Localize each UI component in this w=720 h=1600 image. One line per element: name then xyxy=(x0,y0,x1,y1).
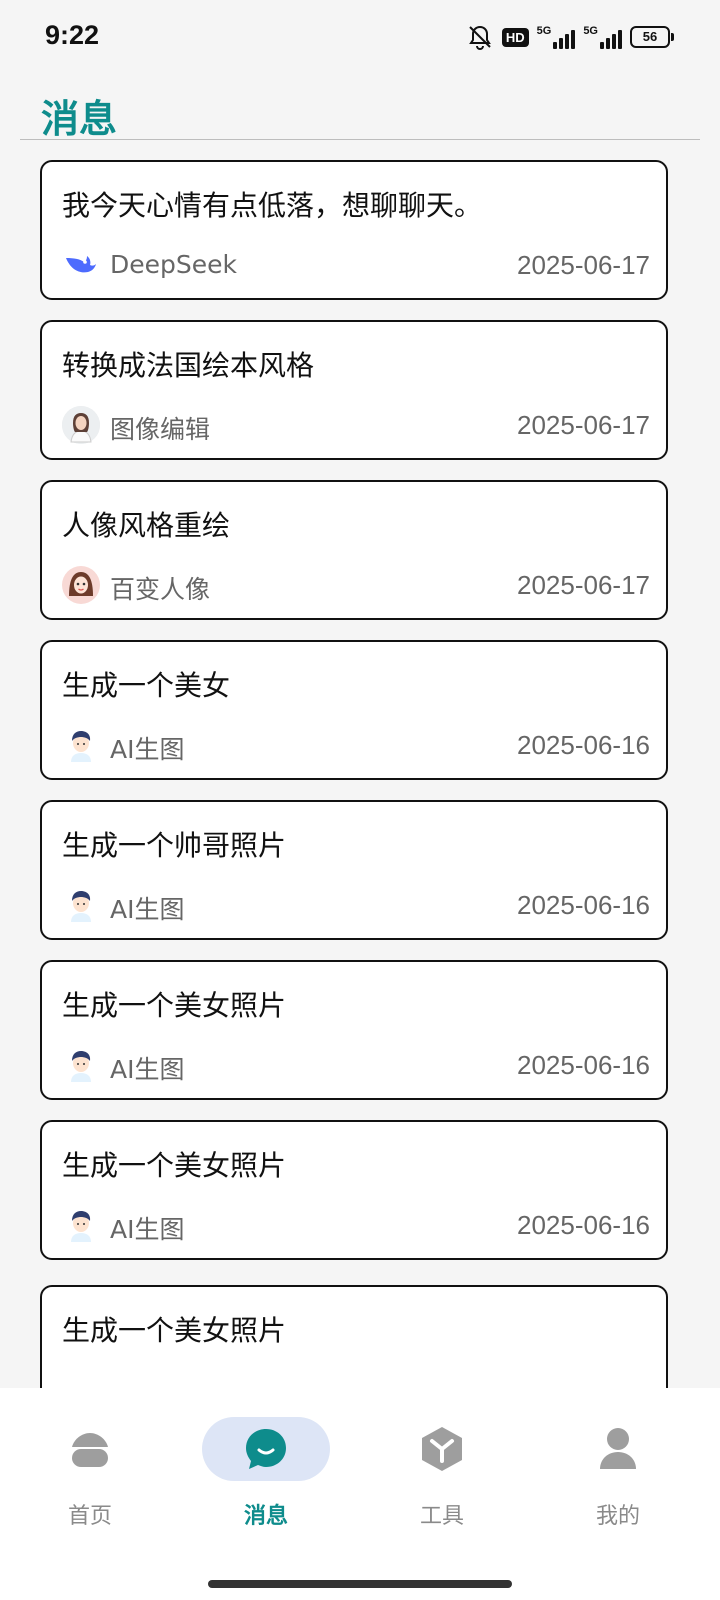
toolbox-icon xyxy=(422,1427,462,1471)
tab-tools[interactable]: 工具 xyxy=(352,1402,532,1542)
message-card[interactable]: 生成一个美女 AI生图 2025-06-16 xyxy=(40,640,668,780)
title-divider xyxy=(20,139,700,140)
signal-icon: 5G xyxy=(537,25,576,49)
man-avatar-icon xyxy=(62,1206,100,1244)
message-date: 2025-06-17 xyxy=(517,570,650,600)
message-title: 生成一个美女 xyxy=(62,669,231,702)
status-time: 9:22 xyxy=(45,20,100,50)
message-title: 生成一个帅哥照片 xyxy=(62,829,287,862)
message-card[interactable]: 转换成法国绘本风格 图像编辑 2025-06-17 xyxy=(40,320,668,460)
message-date: 2025-06-17 xyxy=(517,410,650,440)
message-date: 2025-06-16 xyxy=(517,730,650,760)
message-title: 我今天心情有点低落，想聊聊天。 xyxy=(62,189,483,222)
status-icons: HD 5G 5G 56 xyxy=(466,22,674,52)
home-indicator[interactable] xyxy=(208,1580,512,1588)
tab-label: 工具 xyxy=(419,1504,464,1529)
bottom-navigation: 首页 消息 工具 我的 xyxy=(0,1388,720,1600)
tab-profile[interactable]: 我的 xyxy=(528,1402,708,1542)
message-date: 2025-06-16 xyxy=(517,1210,650,1240)
battery-level: 56 xyxy=(630,26,670,48)
message-card[interactable]: 生成一个美女照片 AI生图 2025-06-16 xyxy=(40,1120,668,1260)
message-date: 2025-06-16 xyxy=(517,890,650,920)
tab-home[interactable]: 首页 xyxy=(0,1402,180,1542)
app-name: AI生图 xyxy=(110,735,185,764)
app-name: DeepSeek xyxy=(110,250,237,279)
tab-label: 首页 xyxy=(67,1504,112,1529)
person-icon xyxy=(600,1428,636,1469)
tab-messages[interactable]: 消息 xyxy=(176,1402,356,1542)
battery-icon: 56 xyxy=(630,26,674,48)
network-label-2: 5G xyxy=(583,25,598,37)
tab-label: 消息 xyxy=(243,1504,288,1529)
message-meta: 百变人像 2025-06-17 xyxy=(62,566,650,606)
signal-icon-2: 5G xyxy=(583,25,622,49)
message-card[interactable]: 我今天心情有点低落，想聊聊天。 DeepSeek 2025-06-17 xyxy=(40,160,668,300)
man-avatar-icon xyxy=(62,886,100,924)
message-card[interactable]: 生成一个美女照片 AI生图 2025-06-16 xyxy=(40,960,668,1100)
status-bar: 9:22 HD 5G 5G 56 xyxy=(0,0,720,78)
chat-bubble-icon xyxy=(246,1429,286,1469)
message-card[interactable]: 生成一个帅哥照片 AI生图 2025-06-16 xyxy=(40,800,668,940)
app-name: AI生图 xyxy=(110,1215,185,1244)
app-name: 图像编辑 xyxy=(110,415,211,444)
message-title: 生成一个美女照片 xyxy=(62,1314,287,1347)
hd-badge: HD xyxy=(501,27,529,47)
message-meta: AI生图 2025-06-16 xyxy=(62,1206,650,1246)
message-list[interactable]: 我今天心情有点低落，想聊聊天。 DeepSeek 2025-06-17 转换成法… xyxy=(0,160,720,1388)
mute-bell-icon xyxy=(468,25,491,50)
message-date: 2025-06-16 xyxy=(517,1050,650,1080)
message-meta: AI生图 2025-06-16 xyxy=(62,726,650,766)
message-title: 人像风格重绘 xyxy=(62,509,231,542)
page-title: 消息 xyxy=(41,97,118,141)
message-meta: DeepSeek 2025-06-17 xyxy=(62,246,650,286)
deepseek-whale-icon xyxy=(62,246,100,284)
woman-avatar-icon xyxy=(62,406,100,444)
message-meta: AI生图 2025-06-16 xyxy=(62,1046,650,1086)
home-icon xyxy=(72,1433,108,1467)
message-meta: 图像编辑 2025-06-17 xyxy=(62,406,650,446)
network-label: 5G xyxy=(536,25,552,37)
app-name: AI生图 xyxy=(110,1055,185,1084)
message-card[interactable]: 生成一个美女照片 xyxy=(40,1285,668,1388)
message-title: 转换成法国绘本风格 xyxy=(62,349,315,382)
man-avatar-icon xyxy=(62,726,100,764)
man-avatar-icon xyxy=(62,1046,100,1084)
message-card[interactable]: 人像风格重绘 百变人像 2025-06-17 xyxy=(40,480,668,620)
app-name: AI生图 xyxy=(110,895,185,924)
message-meta: AI生图 2025-06-16 xyxy=(62,886,650,926)
message-date: 2025-06-17 xyxy=(517,250,650,280)
tab-label: 我的 xyxy=(595,1504,640,1529)
message-title: 生成一个美女照片 xyxy=(62,989,287,1022)
app-name: 百变人像 xyxy=(110,575,211,604)
girl-avatar-icon xyxy=(62,566,100,604)
message-title: 生成一个美女照片 xyxy=(62,1149,287,1182)
